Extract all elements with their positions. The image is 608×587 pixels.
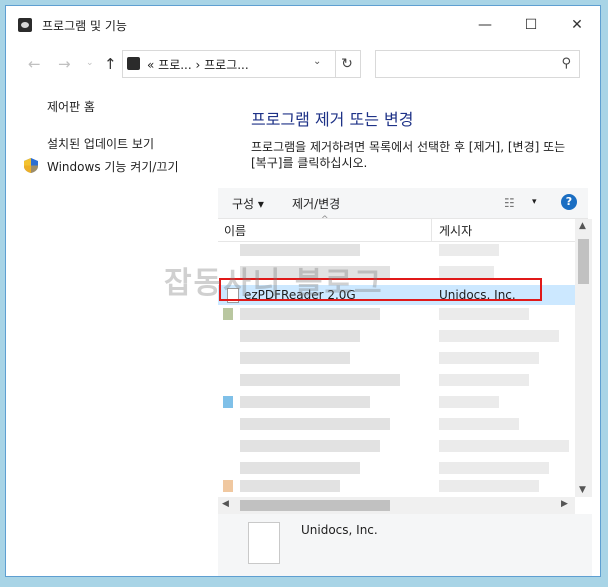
- control-panel-icon: [18, 18, 32, 32]
- list-item[interactable]: [218, 352, 575, 371]
- forward-arrow-icon[interactable]: →: [58, 55, 71, 73]
- windows-features-link[interactable]: Windows 기능 켜기/끄기: [47, 158, 178, 175]
- address-breadcrumb[interactable]: « 프로... › 프로그...: [147, 56, 249, 73]
- command-toolbar: 구성 ▾ 제거/변경 ☷ ▾ ?: [218, 188, 588, 219]
- window-title: 프로그램 및 기능: [42, 19, 127, 33]
- details-pane: Unidocs, Inc.: [218, 514, 592, 576]
- installed-updates-link[interactable]: 설치된 업데이트 보기: [47, 135, 154, 152]
- navigation-bar: ← → ⌄ ↑ « 프로... › 프로그... ⌄ ↻ ⚲: [6, 46, 600, 82]
- search-icon[interactable]: ⚲: [561, 56, 571, 71]
- scroll-left-arrow-icon[interactable]: ◀: [222, 499, 229, 509]
- column-divider[interactable]: [431, 219, 432, 241]
- search-input[interactable]: ⚲: [375, 50, 580, 78]
- list-item[interactable]: [218, 308, 575, 327]
- address-bar[interactable]: « 프로... › 프로그... ⌄: [122, 50, 336, 78]
- horizontal-scroll-thumb[interactable]: [240, 500, 390, 511]
- help-icon[interactable]: ?: [561, 194, 577, 210]
- scroll-up-arrow-icon[interactable]: ▲: [579, 221, 586, 231]
- horizontal-scrollbar[interactable]: ◀ ▶: [218, 497, 575, 514]
- close-button[interactable]: ✕: [554, 6, 600, 44]
- vertical-scrollbar[interactable]: ▲ ▼: [575, 219, 592, 497]
- recent-locations-chevron-icon[interactable]: ⌄: [86, 58, 94, 68]
- view-dropdown-icon[interactable]: ▾: [532, 197, 537, 207]
- vertical-scroll-thumb[interactable]: [578, 239, 589, 284]
- list-item[interactable]: [218, 374, 575, 393]
- watermark: 잡동사니 블로그: [164, 266, 384, 301]
- page-description: 프로그램을 제거하려면 목록에서 선택한 후 [제거], [변경] 또는 [복구…: [251, 140, 566, 170]
- scroll-down-arrow-icon[interactable]: ▼: [579, 485, 586, 495]
- page-heading: 프로그램 제거 또는 변경: [251, 110, 414, 129]
- view-options-icon[interactable]: ☷: [504, 196, 515, 210]
- title-bar: 프로그램 및 기능 — ☐ ✕: [6, 6, 600, 44]
- details-publisher: Unidocs, Inc.: [301, 523, 378, 537]
- shield-icon: [24, 158, 38, 173]
- column-header-row: ^ 이름 게시자: [218, 215, 575, 242]
- refresh-button[interactable]: ↻: [334, 50, 361, 78]
- minimize-button[interactable]: —: [462, 6, 508, 44]
- organize-menu-button[interactable]: 구성 ▾: [232, 195, 264, 212]
- list-item[interactable]: [218, 330, 575, 349]
- document-icon: [248, 522, 280, 564]
- maximize-button[interactable]: ☐: [508, 6, 554, 44]
- control-panel-icon: [127, 57, 140, 70]
- list-item[interactable]: [218, 440, 575, 459]
- list-item[interactable]: [218, 396, 575, 415]
- sort-indicator-icon: ^: [321, 215, 329, 225]
- uninstall-change-button[interactable]: 제거/변경: [292, 195, 340, 212]
- address-dropdown-chevron-icon[interactable]: ⌄: [313, 56, 321, 67]
- column-header-name[interactable]: 이름: [224, 222, 246, 239]
- list-item[interactable]: [218, 462, 575, 481]
- window: 프로그램 및 기능 — ☐ ✕ ← → ⌄ ↑ « 프로... › 프로그...…: [5, 5, 601, 577]
- up-arrow-icon[interactable]: ↑: [104, 55, 117, 73]
- column-header-publisher[interactable]: 게시자: [439, 222, 472, 239]
- list-item[interactable]: [218, 480, 575, 497]
- control-panel-home-link[interactable]: 제어판 홈: [47, 98, 95, 115]
- list-item[interactable]: [218, 418, 575, 437]
- scroll-right-arrow-icon[interactable]: ▶: [561, 499, 568, 509]
- back-arrow-icon[interactable]: ←: [28, 55, 41, 73]
